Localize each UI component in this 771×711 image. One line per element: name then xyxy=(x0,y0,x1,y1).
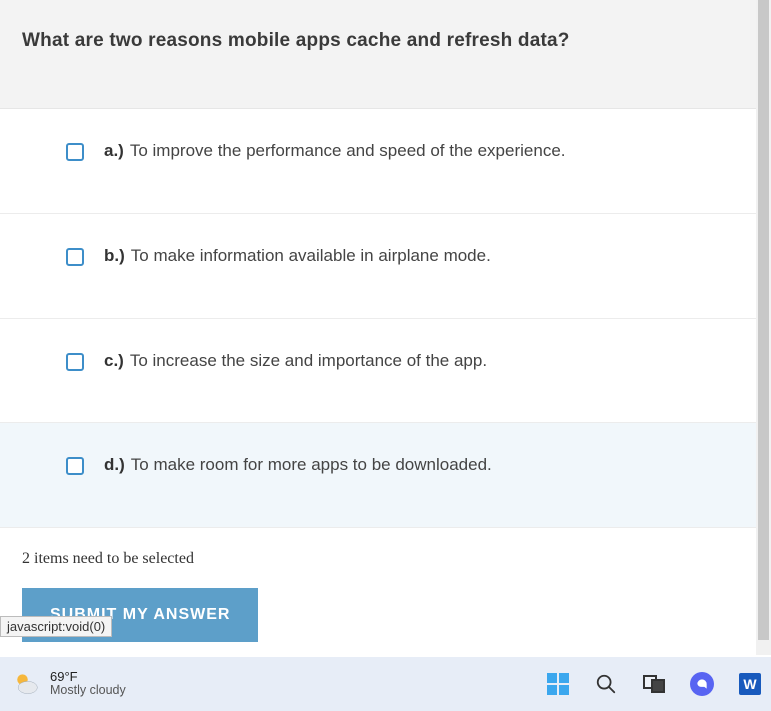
option-b-text: b.) To make information available in airp… xyxy=(104,244,491,268)
option-a-body: To improve the performance and speed of … xyxy=(130,141,566,160)
option-b[interactable]: b.) To make information available in airp… xyxy=(0,214,756,319)
start-button[interactable] xyxy=(545,671,571,697)
search-button[interactable] xyxy=(593,671,619,697)
word-icon: W xyxy=(739,673,761,695)
taskbar-weather-widget[interactable]: 69°F Mostly cloudy xyxy=(12,670,126,698)
checkbox-c[interactable] xyxy=(66,353,84,371)
option-c[interactable]: c.) To increase the size and importance o… xyxy=(0,319,756,424)
option-a-prefix: a.) xyxy=(104,141,124,160)
option-a[interactable]: a.) To improve the performance and speed … xyxy=(0,109,756,214)
option-d-body: To make room for more apps to be downloa… xyxy=(131,455,492,474)
search-icon xyxy=(595,673,617,695)
taskbar-icons: W xyxy=(545,671,765,697)
option-d-text: d.) To make room for more apps to be down… xyxy=(104,453,492,477)
weather-icon xyxy=(12,670,40,698)
option-a-text: a.) To improve the performance and speed … xyxy=(104,139,566,163)
windows-taskbar: 69°F Mostly cloudy xyxy=(0,657,771,711)
chat-button[interactable] xyxy=(689,671,715,697)
selection-instruction: 2 items need to be selected xyxy=(22,550,734,568)
option-b-body: To make information available in airplan… xyxy=(131,246,491,265)
question-header: What are two reasons mobile apps cache a… xyxy=(0,0,756,109)
option-c-prefix: c.) xyxy=(104,351,124,370)
scrollbar-thumb[interactable] xyxy=(758,0,769,640)
checkbox-a[interactable] xyxy=(66,143,84,161)
link-status-tooltip: javascript:void(0) xyxy=(0,616,112,637)
option-d-prefix: d.) xyxy=(104,455,125,474)
word-app-button[interactable]: W xyxy=(737,671,763,697)
windows-logo-icon xyxy=(547,673,569,695)
weather-temp: 69°F xyxy=(50,670,126,684)
footer-area: 2 items need to be selected SUBMIT MY AN… xyxy=(0,528,756,642)
option-d[interactable]: d.) To make room for more apps to be down… xyxy=(0,423,756,528)
task-view-icon xyxy=(643,675,665,693)
option-c-body: To increase the size and importance of t… xyxy=(130,351,487,370)
weather-desc: Mostly cloudy xyxy=(50,684,126,698)
option-b-prefix: b.) xyxy=(104,246,125,265)
options-list: a.) To improve the performance and speed … xyxy=(0,109,756,528)
checkbox-b[interactable] xyxy=(66,248,84,266)
checkbox-d[interactable] xyxy=(66,457,84,475)
chat-icon xyxy=(690,672,714,696)
weather-text: 69°F Mostly cloudy xyxy=(50,670,126,698)
task-view-button[interactable] xyxy=(641,671,667,697)
vertical-scrollbar[interactable] xyxy=(756,0,771,655)
question-text: What are two reasons mobile apps cache a… xyxy=(22,30,734,52)
option-c-text: c.) To increase the size and importance o… xyxy=(104,349,487,373)
